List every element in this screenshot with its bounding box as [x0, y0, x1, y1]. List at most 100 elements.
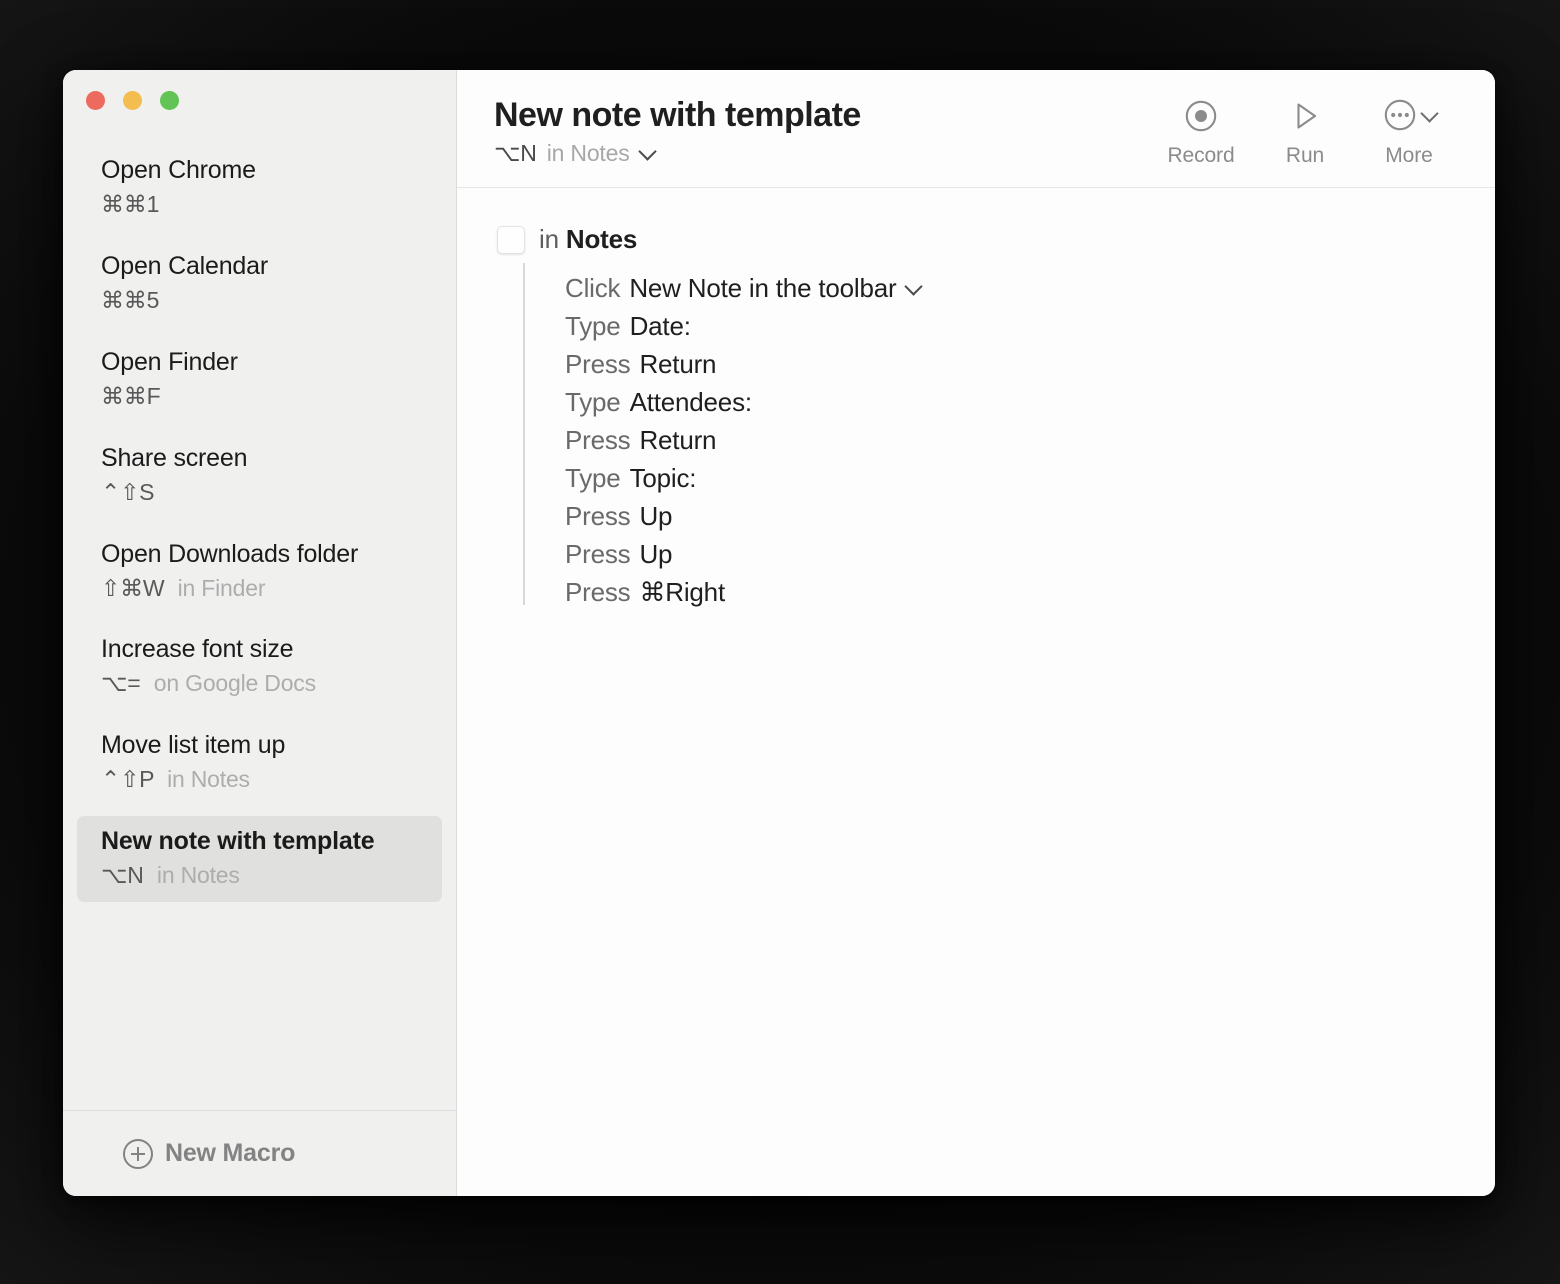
macro-shortcut: ⌘⌘1 [101, 191, 160, 217]
toolbar-heading: New note with template ⌥N in Notes [494, 92, 1149, 167]
step-argument: Attendees: [629, 387, 753, 417]
record-icon [1184, 97, 1218, 135]
macro-title: Open Calendar [101, 251, 268, 280]
page-title: New note with template [494, 96, 861, 134]
macro-title: Increase font size [101, 635, 294, 664]
step-verb: Press [565, 425, 631, 455]
macro-scope-selector[interactable]: ⌥N in Notes [494, 140, 1149, 167]
chevron-down-icon[interactable] [637, 141, 657, 161]
plus-circle-icon [123, 1138, 153, 1169]
new-macro-label: New Macro [165, 1139, 296, 1167]
step-verb: Press [565, 349, 631, 379]
macro-list-item[interactable]: Open Finder ⌘⌘F [77, 337, 442, 423]
macro-list: Open Chrome ⌘⌘1 Open Calendar ⌘⌘5 Open F… [63, 132, 456, 1110]
macro-title: Open Finder [101, 347, 238, 376]
macro-scope: in Notes [546, 140, 630, 167]
maximize-window-button[interactable] [160, 91, 179, 110]
step-verb: Type [565, 463, 621, 493]
notes-app-icon [497, 225, 525, 254]
sidebar-footer: New Macro [63, 1110, 456, 1196]
step-argument: ⌘Right [639, 577, 725, 607]
macro-subtitle: ⌘⌘5 [101, 286, 432, 316]
macro-title: New note with template [101, 827, 375, 856]
step-verb: Type [565, 311, 621, 341]
macro-title: Open Downloads folder [101, 539, 359, 568]
step-row[interactable]: Click New Note in the toolbar [565, 269, 1495, 307]
step-verb: Press [565, 539, 631, 569]
run-button[interactable]: Run [1253, 97, 1357, 168]
macro-subtitle: ⌃⇧P in Notes [101, 765, 432, 795]
steps-area: in Notes Click New Note in the toolbar T… [457, 188, 1495, 1196]
step-row[interactable]: Type Topic: [565, 459, 1495, 497]
run-label: Run [1285, 144, 1325, 167]
step-row[interactable]: Press Return [565, 421, 1495, 459]
macro-title: Move list item up [101, 731, 286, 760]
toolbar-actions: Record Run More [1149, 92, 1461, 168]
macro-subtitle: ⌥N in Notes [101, 861, 432, 891]
more-button[interactable]: More [1357, 97, 1461, 168]
window-controls [63, 70, 456, 132]
macro-subtitle: ⌘⌘F [101, 382, 432, 412]
macro-scope: in Notes [167, 766, 250, 793]
step-argument: Return [639, 349, 717, 379]
app-context-row[interactable]: in Notes [497, 224, 1495, 255]
steps-list: Click New Note in the toolbar Type Date:… [497, 263, 1495, 611]
macro-list-item[interactable]: Open Downloads folder ⇧⌘W in Finder [77, 529, 442, 615]
play-icon [1288, 97, 1322, 135]
macro-shortcut: ⌃⇧P [101, 766, 154, 793]
macro-shortcut: ⌥= [101, 670, 141, 697]
step-argument: Topic: [629, 463, 697, 493]
macro-list-item[interactable]: Open Calendar ⌘⌘5 [77, 241, 442, 327]
record-button[interactable]: Record [1149, 97, 1253, 168]
step-row[interactable]: Press ⌘Right [565, 573, 1495, 611]
record-label: Record [1167, 144, 1235, 167]
macro-shortcut: ⌘⌘5 [101, 286, 160, 313]
macro-subtitle: ⌃⇧S [101, 478, 432, 508]
chevron-down-icon[interactable] [1419, 103, 1439, 123]
step-row[interactable]: Press Up [565, 535, 1495, 573]
steps-guideline [523, 263, 525, 605]
macro-subtitle: ⌥= on Google Docs [101, 669, 432, 699]
close-window-button[interactable] [86, 91, 105, 110]
macro-list-item[interactable]: Share screen ⌃⇧S [77, 433, 442, 519]
new-macro-button[interactable]: New Macro [123, 1138, 296, 1169]
chevron-down-icon[interactable] [904, 276, 924, 296]
step-verb: Type [565, 387, 621, 417]
step-row[interactable]: Press Up [565, 497, 1495, 535]
step-row[interactable]: Type Date: [565, 307, 1495, 345]
step-argument: Date: [629, 311, 691, 341]
macro-shortcut: ⌃⇧S [101, 478, 155, 505]
step-argument: New Note in the toolbar [629, 273, 897, 303]
step-argument: Up [639, 501, 673, 531]
minimize-window-button[interactable] [123, 91, 142, 110]
step-verb: Click [565, 273, 621, 303]
macro-shortcut: ⇧⌘W [101, 574, 165, 601]
more-label: More [1385, 144, 1433, 167]
more-icon-group [1383, 97, 1439, 135]
macro-shortcut: ⌥N [494, 140, 537, 167]
macro-list-item[interactable]: Open Chrome ⌘⌘1 [77, 145, 442, 231]
macro-list-item-selected[interactable]: New note with template ⌥N in Notes [77, 816, 442, 903]
macro-shortcut: ⌥N [101, 862, 144, 889]
macro-title: Share screen [101, 443, 248, 472]
toolbar: New note with template ⌥N in Notes Recor… [457, 70, 1495, 188]
macro-scope: on Google Docs [153, 670, 316, 697]
macro-scope: in Notes [156, 862, 240, 889]
step-argument: Return [639, 425, 717, 455]
step-verb: Press [565, 577, 631, 607]
app-context-text: in Notes [539, 224, 637, 255]
step-row[interactable]: Press Return [565, 345, 1495, 383]
macro-shortcut: ⌘⌘F [101, 382, 161, 409]
macro-list-item[interactable]: Increase font size ⌥= on Google Docs [77, 624, 442, 710]
macro-subtitle: ⇧⌘W in Finder [101, 574, 432, 604]
step-row[interactable]: Type Attendees: [565, 383, 1495, 421]
ellipsis-circle-icon [1383, 98, 1417, 135]
sidebar: Open Chrome ⌘⌘1 Open Calendar ⌘⌘5 Open F… [63, 70, 457, 1196]
macro-subtitle: ⌘⌘1 [101, 190, 432, 220]
app-context-preposition: in [539, 224, 559, 254]
app-window: Open Chrome ⌘⌘1 Open Calendar ⌘⌘5 Open F… [63, 70, 1495, 1196]
macro-scope: in Finder [177, 574, 266, 601]
step-verb: Press [565, 501, 631, 531]
main-panel: New note with template ⌥N in Notes Recor… [457, 70, 1495, 1196]
macro-list-item[interactable]: Move list item up ⌃⇧P in Notes [77, 720, 442, 806]
